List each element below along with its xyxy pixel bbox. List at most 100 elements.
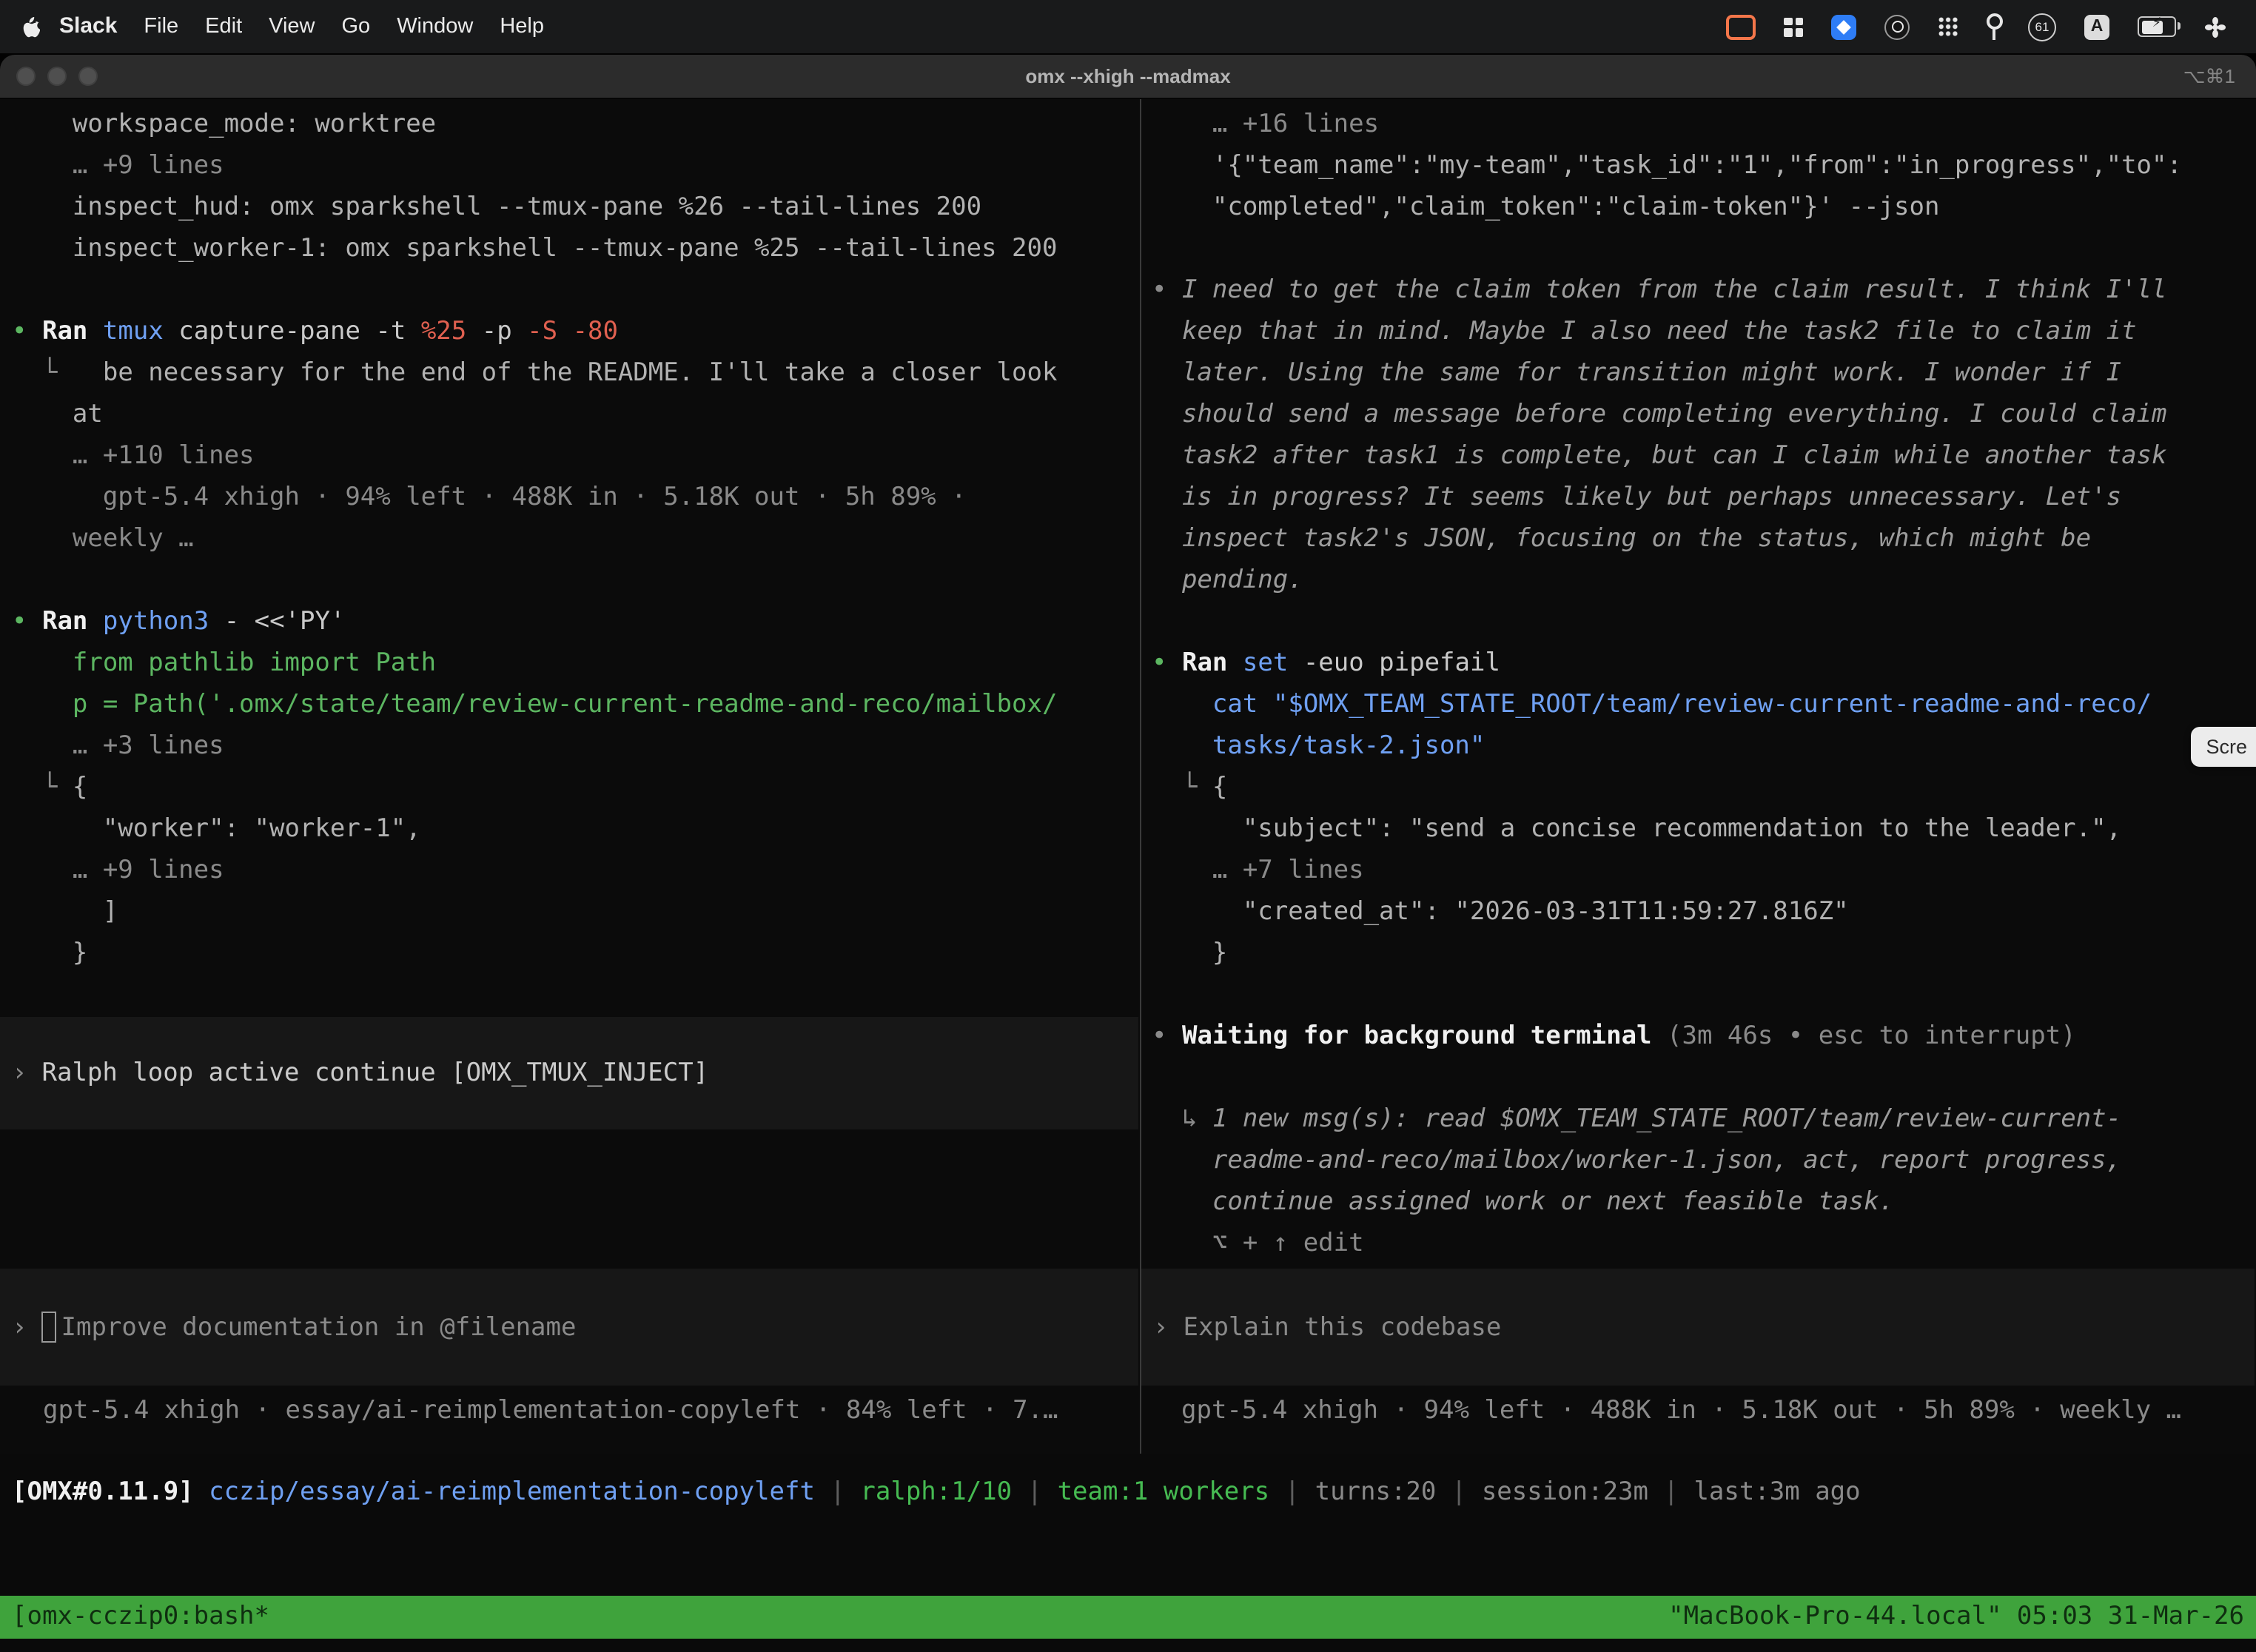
input-source-icon[interactable]: A: [2084, 14, 2109, 39]
text-segment: ]: [12, 897, 118, 927]
menu-window[interactable]: Window: [383, 0, 486, 53]
text-segment: task2 after task1 is complete, but can I…: [1152, 441, 2167, 471]
menu-app-name[interactable]: Slack: [46, 0, 130, 53]
text-segment: … +110 lines: [12, 441, 255, 471]
terminal-pane-left: workspace_mode: worktree … +9 lines insp…: [0, 99, 1140, 1454]
text-segment: last:3m ago: [1693, 1477, 1860, 1507]
terminal-line: later. Using the same for transition mig…: [1152, 352, 2253, 394]
text-segment: cat: [1212, 690, 1258, 719]
terminal-line: … +3 lines: [12, 725, 1137, 767]
menu-go[interactable]: Go: [329, 0, 384, 53]
terminal-line: }: [12, 933, 1137, 974]
text-segment: cczip/essay/ai-reimplementation-copyleft: [209, 1477, 815, 1507]
text-segment: •: [12, 607, 42, 637]
terminal-pane-right: … +16 lines '{"team_name":"my-team","tas…: [1141, 99, 2256, 1454]
window-title-bar[interactable]: omx --xhigh --madmax ⌥⌘1: [0, 55, 2256, 99]
battery-percent-badge[interactable]: 61: [2028, 13, 2056, 41]
text-segment: [OMX#0.11.9]: [12, 1477, 194, 1507]
text-segment: session:23m: [1482, 1477, 1648, 1507]
model-status-left: gpt-5.4 xhigh · essay/ai-reimplementatio…: [43, 1390, 1058, 1431]
composer-input-right[interactable]: › Explain this codebase: [1141, 1269, 2255, 1386]
text-segment: capture-pane -t: [164, 317, 421, 346]
text-segment: Ran: [42, 607, 87, 637]
text-segment: "completed","claim_token":"claim-token"}…: [1152, 192, 1939, 222]
text-segment: inspect_worker-1: omx sparkshell --tmux-…: [12, 234, 1057, 263]
terminal-line: inspect_worker-1: omx sparkshell --tmux-…: [12, 228, 1137, 269]
terminal-line: }: [1152, 933, 2253, 974]
terminal-line: … +7 lines: [1152, 850, 2253, 891]
text-segment: keep that in mind. Maybe I also need the…: [1152, 317, 2137, 346]
menu-file[interactable]: File: [130, 0, 192, 53]
terminal-line: … +16 lines: [1152, 104, 2253, 145]
text-segment: [194, 1477, 209, 1507]
terminal-line: readme-and-reco/mailbox/worker-1.json, a…: [1152, 1140, 2253, 1181]
composer-placeholder: Improve documentation in @filename: [61, 1312, 577, 1342]
fan-icon[interactable]: [2204, 16, 2226, 38]
text-segment: - <<'PY': [209, 607, 345, 637]
screen-share-notification: Scre: [2191, 727, 2256, 767]
text-segment: •: [1152, 275, 1182, 305]
text-segment: turns:20: [1315, 1477, 1437, 1507]
terminal-line: pending.: [1152, 560, 2253, 601]
text-segment: 1 new msg(s): read $OMX_TEAM_STATE_ROOT/…: [1212, 1104, 2121, 1134]
text-segment: |: [815, 1477, 860, 1507]
key-icon[interactable]: [1987, 13, 2000, 40]
terminal-line: ]: [12, 891, 1137, 933]
text-segment: {: [73, 773, 88, 802]
text-segment: "worker": "worker-1",: [12, 814, 421, 844]
text-segment: Waiting for background terminal: [1182, 1021, 1652, 1051]
terminal-line: inspect task2's JSON, focusing on the st…: [1152, 518, 2253, 560]
composer-input-left[interactable]: › Improve documentation in @filename: [0, 1269, 1138, 1386]
apple-menu[interactable]: [21, 15, 40, 38]
terminal-line: … +9 lines: [12, 850, 1137, 891]
text-segment: '{"team_name":"my-team","task_id":"1","f…: [1152, 151, 2182, 181]
text-segment: }: [1152, 939, 1227, 968]
screen-recording-indicator-icon[interactable]: [1726, 14, 1756, 39]
text-segment: p = Path('.omx/state/team/review-current…: [12, 690, 1057, 719]
text-segment: └: [1152, 773, 1212, 802]
text-cursor: [42, 1312, 57, 1343]
omx-status-area: [OMX#0.11.9] cczip/essay/ai-reimplementa…: [0, 1454, 2256, 1596]
menu-view[interactable]: View: [255, 0, 328, 53]
terminal-line: … +110 lines: [12, 435, 1137, 477]
menu-edit[interactable]: Edit: [192, 0, 255, 53]
terminal-line: weekly …: [12, 518, 1137, 560]
window-shortcut-hint: ⌥⌘1: [2183, 64, 2235, 88]
terminal-line: [12, 269, 1137, 311]
text-segment: └: [12, 773, 73, 802]
text-segment: … +9 lines: [12, 151, 224, 181]
dots-grid-icon[interactable]: [1938, 16, 1958, 37]
terminal-line: [1152, 601, 2253, 642]
text-segment: from pathlib import Path: [12, 648, 436, 678]
text-segment: "subject": "send a concise recommendatio…: [1152, 814, 2121, 844]
battery-icon[interactable]: ⚡: [2138, 16, 2176, 37]
terminal-line: should send a message before completing …: [1152, 394, 2253, 435]
terminal-line: task2 after task1 is complete, but can I…: [1152, 435, 2253, 477]
ralph-inject-banner: › Ralph loop active continue [OMX_TMUX_I…: [0, 1017, 1138, 1129]
text-segment: workspace_mode: worktree: [12, 110, 436, 139]
text-segment: (3m 46s • esc to interrupt): [1652, 1021, 2076, 1051]
text-segment: I need to get the claim token from the c…: [1182, 275, 2167, 305]
terminal-line: • Ran set -euo pipefail: [1152, 642, 2253, 684]
text-segment: team:1 workers: [1058, 1477, 1270, 1507]
window-title: omx --xhigh --madmax: [0, 65, 2256, 87]
terminal-line: keep that in mind. Maybe I also need the…: [1152, 311, 2253, 352]
text-segment: weekly …: [12, 524, 194, 554]
terminal-line: inspect_hud: omx sparkshell --tmux-pane …: [12, 187, 1137, 228]
text-segment: python3: [103, 607, 209, 637]
text-segment: "created_at": "2026-03-31T11:59:27.816Z": [1152, 897, 1849, 927]
text-segment: -S -80: [527, 317, 618, 346]
window-grid-icon[interactable]: [1784, 17, 1803, 36]
composer-placeholder: Explain this codebase: [1184, 1312, 1502, 1342]
terminal-line: … +9 lines: [12, 145, 1137, 187]
text-segment: is in progress? It seems likely but perh…: [1152, 483, 2121, 512]
menu-help[interactable]: Help: [486, 0, 557, 53]
text-segment: continue assigned work or next feasible …: [1152, 1187, 1894, 1217]
text-segment: -euo pipefail: [1288, 648, 1500, 678]
blue-app-icon[interactable]: [1831, 14, 1856, 39]
terminal-window: omx --xhigh --madmax ⌥⌘1 workspace_mode:…: [0, 55, 2256, 1652]
terminal-line: continue assigned work or next feasible …: [1152, 1181, 2253, 1223]
menu-bar: Slack File Edit View Go Window Help 61 A…: [0, 0, 2256, 53]
text-segment: … +16 lines: [1152, 110, 1379, 139]
dark-app-icon[interactable]: [1884, 14, 1910, 39]
